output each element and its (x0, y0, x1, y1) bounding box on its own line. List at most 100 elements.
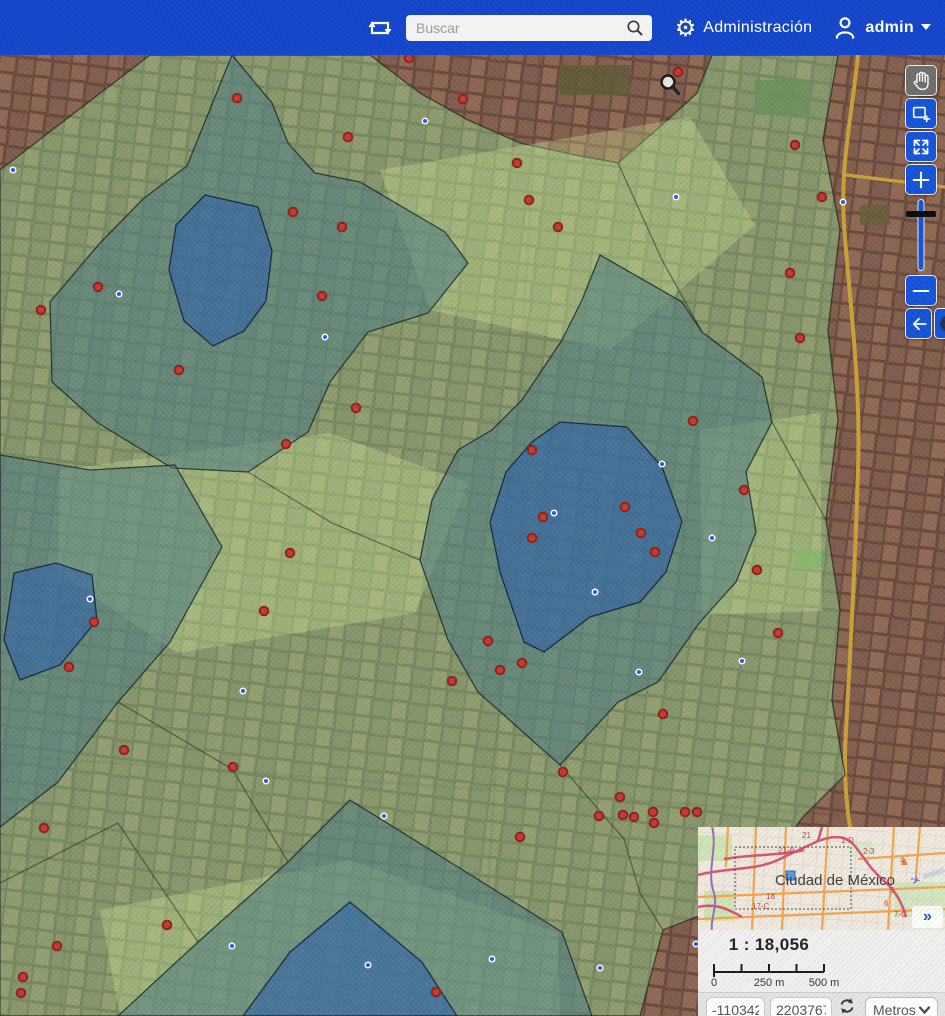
red-point-marker[interactable] (163, 921, 172, 930)
blue-point-marker[interactable] (592, 589, 598, 595)
red-point-marker[interactable] (338, 223, 347, 232)
red-point-marker[interactable] (650, 819, 659, 828)
red-point-marker[interactable] (19, 973, 28, 982)
compare-extent-button[interactable] (366, 16, 394, 40)
red-point-marker[interactable] (528, 446, 537, 455)
magnifier-icon[interactable] (624, 19, 652, 37)
red-point-marker[interactable] (681, 808, 690, 817)
blue-point-marker[interactable] (365, 962, 371, 968)
coordinate-x-input[interactable] (706, 997, 765, 1016)
red-point-marker[interactable] (496, 666, 505, 675)
overview-minimap[interactable]: Ciudad de México ✈ 211-D2-3421-B1817-C56… (698, 827, 945, 930)
zoom-in-button[interactable] (905, 164, 937, 195)
red-point-marker[interactable] (649, 808, 658, 817)
blue-point-marker[interactable] (597, 965, 603, 971)
red-point-marker[interactable] (621, 503, 630, 512)
red-point-marker[interactable] (17, 989, 26, 998)
red-point-marker[interactable] (616, 793, 625, 802)
zoom-out-button[interactable] (905, 275, 937, 306)
red-point-marker[interactable] (233, 94, 242, 103)
red-point-marker[interactable] (791, 141, 800, 150)
red-point-marker[interactable] (659, 710, 668, 719)
blue-point-marker[interactable] (709, 535, 715, 541)
red-point-marker[interactable] (516, 833, 525, 842)
red-point-marker[interactable] (448, 677, 457, 686)
red-point-marker[interactable] (513, 159, 522, 168)
red-point-marker[interactable] (282, 440, 291, 449)
refresh-coordinates-button[interactable] (837, 996, 857, 1016)
blue-point-marker[interactable] (229, 943, 235, 949)
red-point-marker[interactable] (753, 566, 762, 575)
red-point-marker[interactable] (260, 607, 269, 616)
coordinate-y-input[interactable] (770, 997, 832, 1016)
blue-point-marker[interactable] (10, 167, 16, 173)
red-point-marker[interactable] (432, 988, 441, 997)
blue-point-marker[interactable] (739, 658, 745, 664)
blue-point-marker[interactable] (659, 461, 665, 467)
blue-point-marker[interactable] (263, 778, 269, 784)
red-point-marker[interactable] (518, 659, 527, 668)
blue-point-marker[interactable] (87, 596, 93, 602)
pan-hand-button[interactable] (905, 65, 937, 96)
blue-point-marker[interactable] (422, 118, 428, 124)
zoom-box-button[interactable] (905, 98, 937, 129)
blue-point-marker[interactable] (381, 813, 387, 819)
history-forward-button[interactable] (934, 308, 945, 339)
blue-point-marker[interactable] (840, 199, 846, 205)
minimap-expand-button[interactable]: » (912, 906, 943, 928)
red-point-marker[interactable] (740, 486, 749, 495)
blue-point-marker[interactable] (489, 956, 495, 962)
blue-point-marker[interactable] (116, 291, 122, 297)
red-point-marker[interactable] (286, 549, 295, 558)
blue-point-marker[interactable] (673, 194, 679, 200)
red-point-marker[interactable] (559, 768, 568, 777)
red-point-marker[interactable] (459, 95, 468, 104)
red-point-marker[interactable] (405, 55, 414, 62)
red-point-marker[interactable] (90, 618, 99, 627)
red-point-marker[interactable] (318, 292, 327, 301)
units-value: Metros (873, 1002, 916, 1016)
red-point-marker[interactable] (554, 223, 563, 232)
red-point-marker[interactable] (120, 746, 129, 755)
zoom-extent-button[interactable] (905, 131, 937, 162)
blue-point-marker[interactable] (322, 334, 328, 340)
red-point-marker[interactable] (651, 548, 660, 557)
red-point-marker[interactable] (229, 763, 238, 772)
red-point-marker[interactable] (539, 513, 548, 522)
red-point-marker[interactable] (595, 812, 604, 821)
red-point-marker[interactable] (774, 629, 783, 638)
red-point-marker[interactable] (689, 417, 698, 426)
red-point-marker[interactable] (94, 283, 103, 292)
blue-point-marker[interactable] (636, 669, 642, 675)
red-point-marker[interactable] (175, 366, 184, 375)
zoom-slider[interactable] (905, 197, 937, 273)
red-point-marker[interactable] (65, 663, 74, 672)
red-point-marker[interactable] (40, 824, 49, 833)
search-input[interactable] (406, 15, 624, 41)
red-point-marker[interactable] (619, 811, 628, 820)
red-point-marker[interactable] (525, 196, 534, 205)
zoom-slider-handle[interactable] (906, 211, 936, 217)
red-point-marker[interactable] (630, 813, 639, 822)
red-point-marker[interactable] (637, 529, 646, 538)
navbar: ⚙ Administración admin (0, 0, 945, 55)
red-point-marker[interactable] (786, 269, 795, 278)
red-point-marker[interactable] (818, 193, 827, 202)
user-menu[interactable]: admin (832, 15, 931, 41)
red-point-marker[interactable] (289, 208, 298, 217)
red-point-marker[interactable] (528, 534, 537, 543)
units-select[interactable]: Metros (865, 997, 938, 1016)
red-point-marker[interactable] (693, 808, 702, 817)
admin-menu[interactable]: ⚙ Administración (675, 16, 813, 40)
red-point-marker[interactable] (53, 942, 62, 951)
zoom-slider-track[interactable] (918, 199, 925, 271)
red-point-marker[interactable] (674, 68, 683, 77)
history-back-button[interactable] (905, 308, 932, 339)
blue-point-marker[interactable] (240, 688, 246, 694)
red-point-marker[interactable] (484, 637, 493, 646)
red-point-marker[interactable] (37, 306, 46, 315)
red-point-marker[interactable] (344, 133, 353, 142)
red-point-marker[interactable] (796, 334, 805, 343)
blue-point-marker[interactable] (551, 510, 557, 516)
red-point-marker[interactable] (352, 404, 361, 413)
